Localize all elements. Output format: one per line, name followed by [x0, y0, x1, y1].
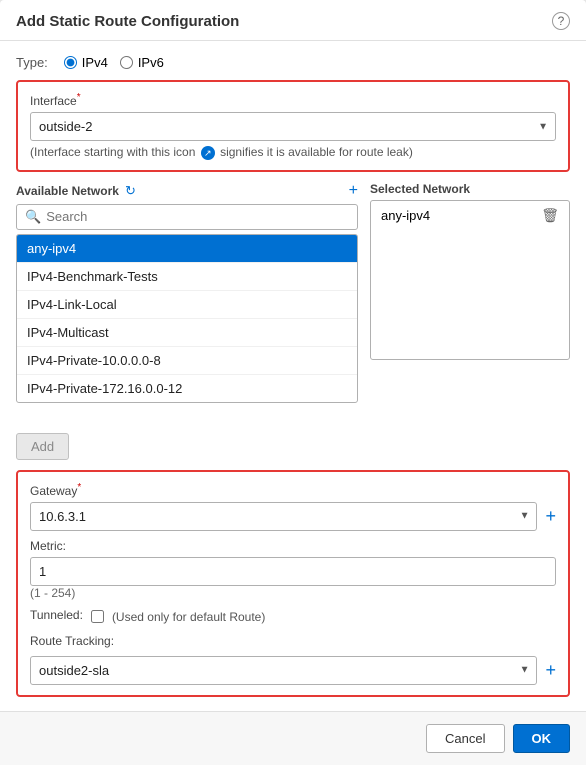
- dialog-body: Type: IPv4 IPv6 Interface* outside-2: [0, 41, 586, 711]
- search-box: 🔍: [16, 204, 358, 230]
- route-tracking-label: Route Tracking:: [30, 634, 556, 648]
- network-add-row: Add: [16, 409, 358, 460]
- dialog: Add Static Route Configuration ? Type: I…: [0, 0, 586, 765]
- selected-network: Selected Network any-ipv4 🗑: [370, 182, 570, 360]
- route-leak-icon: ↗: [201, 146, 215, 160]
- dialog-header: Add Static Route Configuration ?: [0, 0, 586, 41]
- type-label: Type:: [16, 55, 48, 70]
- network-section: Available Network ↻ + 🔍 any-ipv4 IPv4-Be…: [16, 182, 570, 460]
- tunneled-checkbox[interactable]: [91, 610, 104, 623]
- ipv4-radio[interactable]: [64, 56, 77, 69]
- selected-network-list: any-ipv4 🗑: [370, 200, 570, 360]
- gateway-row: 10.6.3.1 10.6.3.254 ▼ +: [30, 502, 556, 531]
- ipv6-option[interactable]: IPv6: [120, 55, 164, 70]
- type-row: Type: IPv4 IPv6: [16, 55, 570, 70]
- gateway-section: Gateway* 10.6.3.1 10.6.3.254 ▼ + Metric:: [16, 470, 570, 697]
- refresh-icon[interactable]: ↻: [125, 183, 136, 199]
- list-item[interactable]: any-ipv4: [17, 235, 357, 263]
- available-network-title: Available Network: [16, 184, 119, 198]
- gateway-field: Gateway* 10.6.3.1 10.6.3.254 ▼ +: [30, 482, 556, 531]
- dialog-title: Add Static Route Configuration: [16, 13, 239, 30]
- interface-label: Interface*: [30, 92, 556, 108]
- interface-select-wrapper: outside-2 outside-1 inside ▼: [30, 112, 556, 141]
- radio-group: IPv4 IPv6: [64, 55, 164, 70]
- route-tracking-select-wrapper: outside2-sla none ▼: [30, 656, 537, 685]
- metric-label: Metric:: [30, 539, 556, 553]
- gateway-select[interactable]: 10.6.3.1 10.6.3.254: [30, 502, 537, 531]
- ipv4-option[interactable]: IPv4: [64, 55, 108, 70]
- route-tracking-row: Route Tracking: outside2-sla none ▼ +: [30, 634, 556, 685]
- selected-network-title-row: Selected Network: [370, 182, 570, 196]
- selected-item-label: any-ipv4: [381, 208, 430, 223]
- list-item[interactable]: IPv4-Private-10.0.0.0-8: [17, 347, 357, 375]
- available-network: Available Network ↻ + 🔍 any-ipv4 IPv4-Be…: [16, 182, 358, 460]
- gateway-label: Gateway*: [30, 482, 556, 498]
- metric-field: Metric: (1 - 254): [30, 539, 556, 600]
- list-item[interactable]: IPv4-Link-Local: [17, 291, 357, 319]
- network-list-and-add: 🔍 any-ipv4 IPv4-Benchmark-Tests IPv4-Lin…: [16, 204, 358, 460]
- route-tracking-select-row: outside2-sla none ▼ +: [30, 656, 556, 685]
- metric-input[interactable]: [30, 557, 556, 586]
- interface-select[interactable]: outside-2 outside-1 inside: [30, 112, 556, 141]
- interface-hint: (Interface starting with this icon ↗ sig…: [30, 145, 556, 160]
- search-input[interactable]: [46, 209, 349, 224]
- available-network-add-icon[interactable]: +: [349, 182, 358, 200]
- route-tracking-select[interactable]: outside2-sla none: [30, 656, 537, 685]
- gateway-add-button[interactable]: +: [545, 506, 556, 527]
- cancel-button[interactable]: Cancel: [426, 724, 504, 753]
- available-network-title-row: Available Network ↻ +: [16, 182, 358, 200]
- list-item[interactable]: IPv4-Private-172.16.0.0-12: [17, 375, 357, 402]
- ipv6-label: IPv6: [138, 55, 164, 70]
- ok-button[interactable]: OK: [513, 724, 571, 753]
- ipv4-label: IPv4: [82, 55, 108, 70]
- tunneled-label: Tunneled:: [30, 608, 83, 622]
- interface-section: Interface* outside-2 outside-1 inside ▼ …: [16, 80, 570, 172]
- add-button[interactable]: Add: [16, 433, 69, 460]
- help-icon[interactable]: ?: [552, 12, 570, 30]
- delete-icon[interactable]: 🗑: [541, 207, 559, 224]
- list-item[interactable]: IPv4-Benchmark-Tests: [17, 263, 357, 291]
- gateway-select-wrapper: 10.6.3.1 10.6.3.254 ▼: [30, 502, 537, 531]
- dialog-footer: Cancel OK: [0, 711, 586, 765]
- route-tracking-add-button[interactable]: +: [545, 660, 556, 681]
- list-item[interactable]: IPv4-Multicast: [17, 319, 357, 347]
- selected-network-title: Selected Network: [370, 182, 470, 196]
- tunneled-row: Tunneled: (Used only for default Route): [30, 608, 556, 626]
- metric-hint: (1 - 254): [30, 586, 556, 600]
- ipv6-radio[interactable]: [120, 56, 133, 69]
- tunneled-hint: (Used only for default Route): [112, 610, 265, 624]
- selected-item-row: any-ipv4 🗑: [371, 201, 569, 230]
- search-icon: 🔍: [25, 209, 41, 225]
- network-list: any-ipv4 IPv4-Benchmark-Tests IPv4-Link-…: [16, 234, 358, 403]
